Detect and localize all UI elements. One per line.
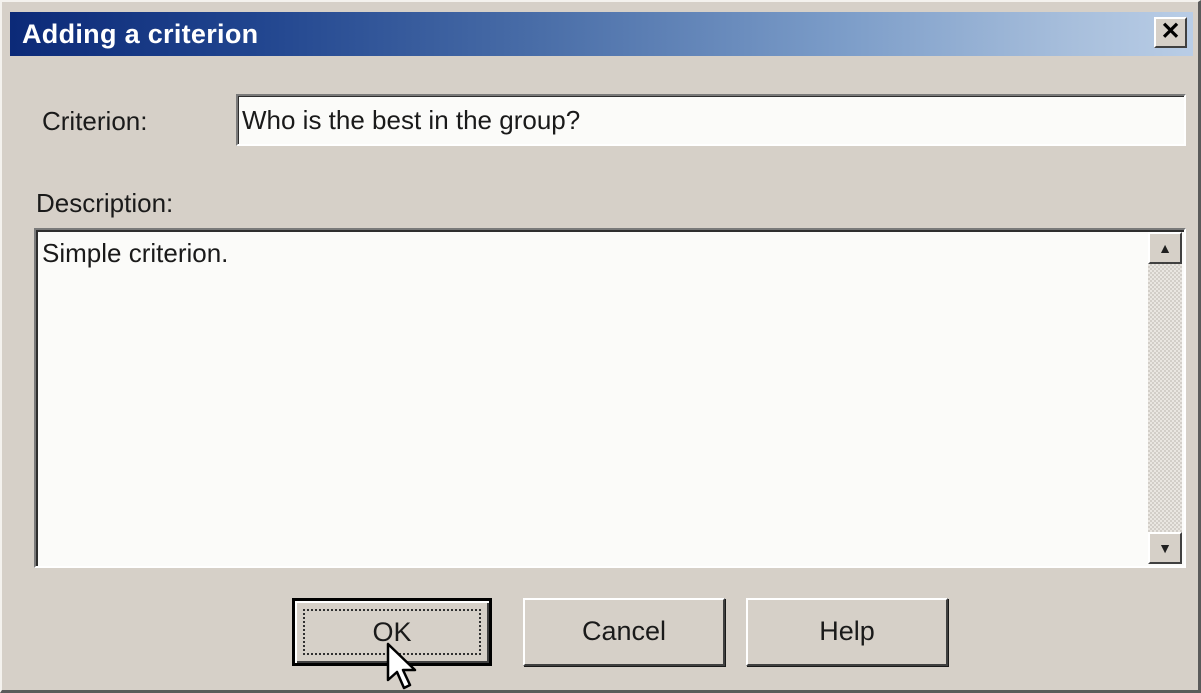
cancel-button[interactable]: Cancel — [523, 598, 725, 666]
scroll-down-arrow-icon: ▼ — [1158, 540, 1172, 556]
description-field[interactable]: Simple criterion. ▲ ▼ — [34, 228, 1186, 568]
title-bar[interactable]: Adding a criterion ✕ — [10, 12, 1193, 56]
scroll-up-arrow-icon: ▲ — [1158, 240, 1172, 256]
criterion-input[interactable] — [236, 94, 1186, 146]
scroll-up-button[interactable]: ▲ — [1148, 232, 1182, 264]
close-button[interactable]: ✕ — [1154, 17, 1187, 48]
mouse-pointer-icon — [386, 642, 417, 690]
help-button[interactable]: Help — [746, 598, 948, 666]
dialog-window: Adding a criterion ✕ Criterion: Descript… — [0, 0, 1201, 693]
dialog-title: Adding a criterion — [22, 19, 259, 49]
description-label: Description: — [36, 188, 174, 218]
description-scrollbar[interactable]: ▲ ▼ — [1148, 232, 1182, 564]
help-button-label: Help — [819, 616, 875, 646]
criterion-label: Criterion: — [42, 106, 148, 136]
close-icon: ✕ — [1160, 18, 1181, 45]
description-textarea[interactable]: Simple criterion. — [42, 238, 1132, 558]
cancel-button-label: Cancel — [581, 616, 667, 646]
scroll-down-button[interactable]: ▼ — [1148, 532, 1182, 564]
